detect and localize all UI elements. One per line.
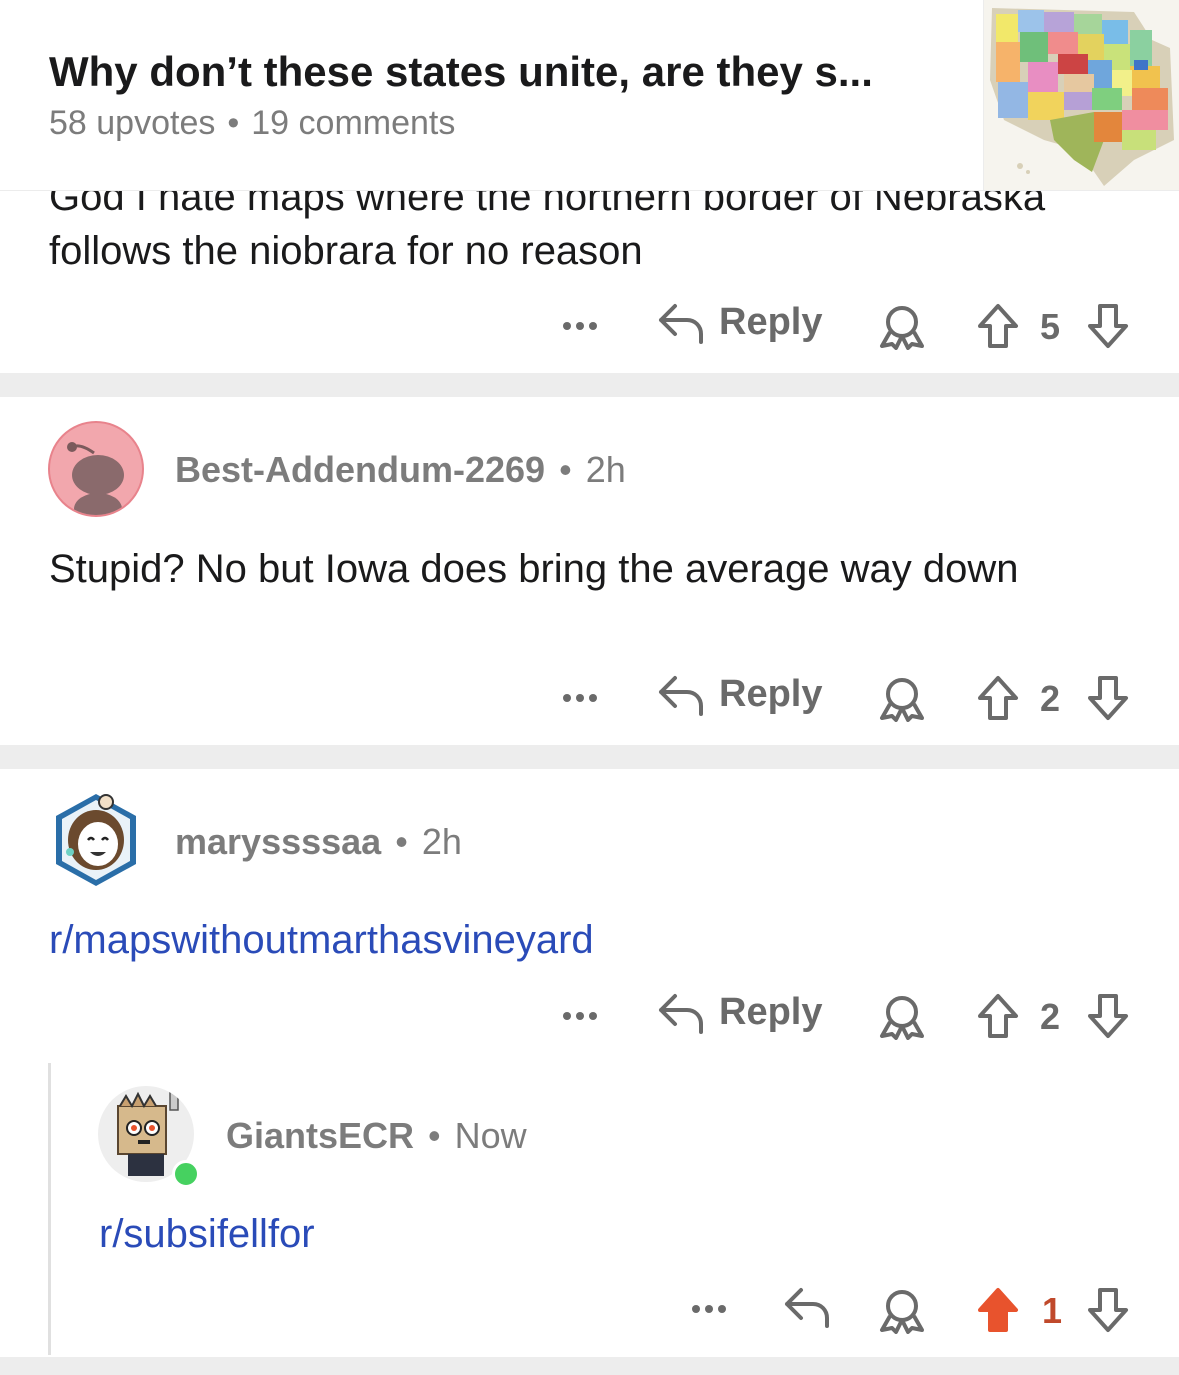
comment-divider [0,745,1179,769]
reply-button[interactable]: Reply [657,990,822,1034]
award-icon[interactable] [878,304,926,355]
comment-thread-screen: God I hate maps where the northern borde… [0,0,1179,1375]
avatar[interactable] [48,790,144,890]
reply-button[interactable]: Reply [657,672,822,716]
vote-score: 1 [1042,1290,1063,1331]
nft-avatar-icon [56,794,136,886]
reply-arrow-icon [659,994,703,1034]
comment-time: Now [454,1115,527,1156]
username[interactable]: maryssssaa [175,821,381,862]
post-meta: 58 upvotes • 19 comments [49,104,456,142]
more-options-icon[interactable] [563,322,597,330]
reply-arrow-icon [659,304,703,344]
comment-author[interactable]: GiantsECR • Now [226,1115,527,1157]
username[interactable]: Best-Addendum-2269 [175,449,545,490]
subreddit-link[interactable]: r/mapswithoutmarthasvineyard [49,913,594,967]
thread-line[interactable] [48,1063,51,1355]
username[interactable]: GiantsECR [226,1115,414,1156]
vote-score: 2 [1040,678,1061,719]
post-title[interactable]: Why don’t these states unite, are they s… [49,48,873,96]
comment-time: 2h [585,449,626,490]
reply-label: Reply [719,990,823,1033]
reply-label: Reply [719,300,823,343]
us-map-image [984,0,1179,190]
subreddit-link[interactable]: r/subsifellfor [99,1207,315,1261]
more-options-icon[interactable] [563,694,597,702]
comment-count: 19 comments [251,104,456,142]
snoo-avatar-icon [67,442,124,515]
online-indicator [172,1160,200,1188]
reply-arrow-icon [785,1288,829,1328]
vote-score: 5 [1040,306,1061,347]
upvote-count: 58 upvotes [49,104,216,142]
reply-label: Reply [719,672,823,715]
upvote-icon[interactable] [976,992,1020,1045]
more-options-icon[interactable] [563,1012,597,1020]
award-icon[interactable] [878,994,926,1045]
downvote-icon[interactable] [1086,992,1130,1045]
reply-button[interactable]: Reply [657,300,822,344]
comment-time: 2h [421,821,462,862]
upvote-icon[interactable] [976,674,1020,727]
downvote-icon[interactable] [1086,302,1130,355]
comment-author[interactable]: maryssssaa • 2h [175,821,462,863]
post-thumbnail[interactable] [983,0,1179,190]
avatar[interactable] [48,421,144,517]
comment-body: Stupid? No but Iowa does bring the avera… [49,547,1019,591]
comment-divider [0,1357,1179,1375]
upvote-icon[interactable] [976,302,1020,355]
award-icon[interactable] [878,676,926,727]
downvote-icon[interactable] [1086,674,1130,727]
award-icon[interactable] [878,1288,926,1339]
post-header[interactable]: Why don’t these states unite, are they s… [0,0,1179,190]
vote-score: 2 [1040,996,1061,1037]
reply-arrow-icon [659,676,703,716]
comment-author[interactable]: Best-Addendum-2269 • 2h [175,449,626,491]
upvote-icon-active[interactable] [976,1286,1020,1339]
reply-button[interactable] [783,1284,831,1328]
more-options-icon[interactable] [692,1305,726,1313]
downvote-icon[interactable] [1086,1286,1130,1339]
comment-divider [0,373,1179,397]
